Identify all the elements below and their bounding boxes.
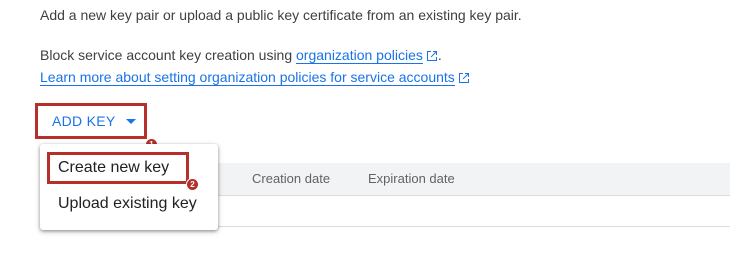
policy-prefix: Block service account key creation using xyxy=(40,47,297,63)
external-link-icon[interactable] xyxy=(426,49,438,65)
service-account-keys-panel: Add a new key pair or upload a public ke… xyxy=(0,0,751,264)
column-header-expiration-date[interactable]: Expiration date xyxy=(368,171,455,186)
intro-text: Add a new key pair or upload a public ke… xyxy=(40,7,522,23)
menu-item-upload-existing-key[interactable]: Upload existing key xyxy=(40,188,218,220)
external-link-icon[interactable] xyxy=(458,71,470,87)
step-badge-2: 2 xyxy=(187,179,198,190)
menu-item-label: Create new key xyxy=(58,159,170,176)
organization-policies-link-label: organization policies xyxy=(296,47,423,63)
learn-more-link[interactable]: Learn more about setting organization po… xyxy=(40,69,455,86)
menu-item-label: Upload existing key xyxy=(58,195,197,212)
organization-policies-link[interactable]: organization policies xyxy=(296,47,423,64)
learn-more-link-label: Learn more about setting organization po… xyxy=(40,69,455,85)
add-key-highlight: ADD KEY xyxy=(35,103,147,139)
caret-down-icon xyxy=(125,118,136,124)
learn-more-line: Learn more about setting organization po… xyxy=(40,69,470,87)
policy-suffix: . xyxy=(437,47,442,63)
column-header-creation-date[interactable]: Creation date xyxy=(252,171,330,186)
add-key-button[interactable]: ADD KEY xyxy=(38,106,144,136)
add-key-label: ADD KEY xyxy=(52,113,116,129)
policy-line: Block service account key creation using… xyxy=(40,47,442,65)
